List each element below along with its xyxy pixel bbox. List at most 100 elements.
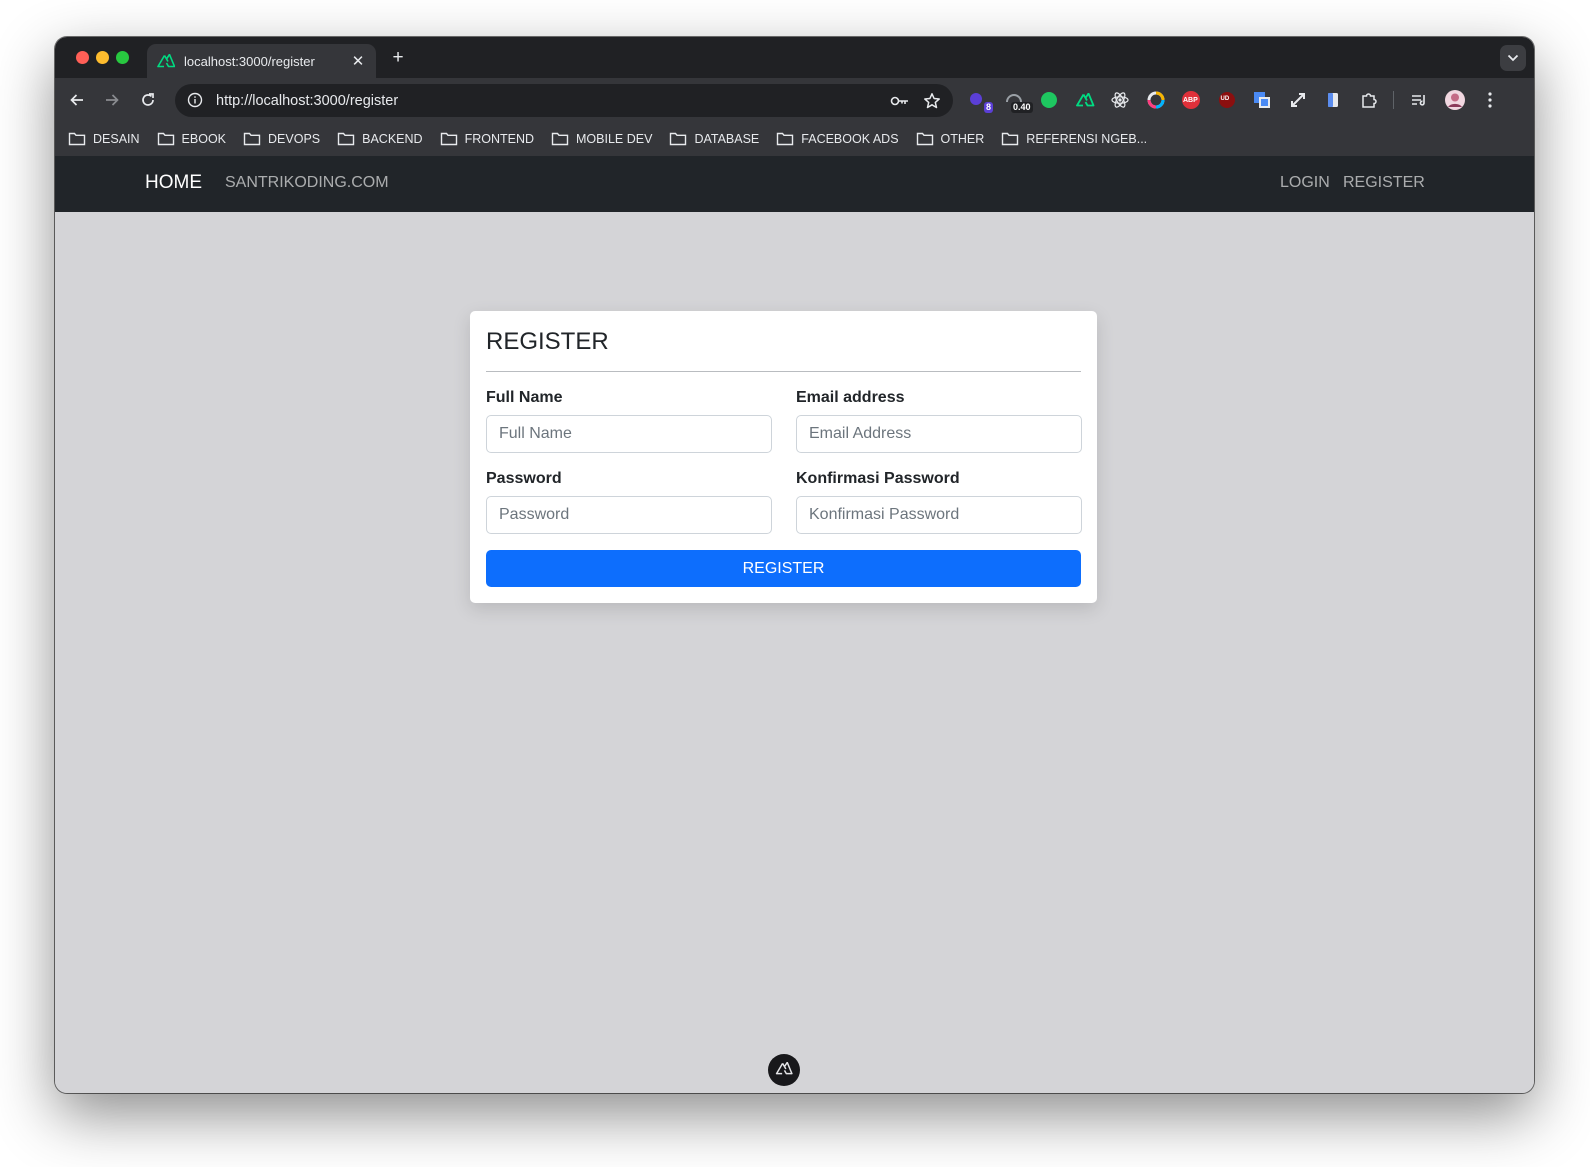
bookmark-folder[interactable]: DATABASE xyxy=(669,132,759,146)
nuxt-icon[interactable] xyxy=(1074,89,1096,111)
toolbar-separator xyxy=(1393,91,1394,109)
ublock-label: UD xyxy=(1220,96,1230,102)
folder-icon xyxy=(1001,132,1019,146)
bookmark-folder[interactable]: OTHER xyxy=(916,132,985,146)
confirm-password-group: Konfirmasi Password xyxy=(796,468,1082,534)
bookmark-folder[interactable]: DEVOPS xyxy=(243,132,320,146)
color-ring-icon[interactable] xyxy=(1145,89,1167,111)
maximize-window-button[interactable] xyxy=(116,51,129,64)
tab-search-button[interactable] xyxy=(1500,45,1526,71)
reading-list-icon[interactable] xyxy=(1408,89,1430,111)
password-input[interactable] xyxy=(486,496,772,534)
expand-icon[interactable] xyxy=(1287,89,1309,111)
nav-register-link[interactable]: REGISTER xyxy=(1343,174,1425,192)
bookmark-star-icon[interactable] xyxy=(921,90,943,112)
folder-icon xyxy=(440,132,458,146)
bookmark-folder[interactable]: EBOOK xyxy=(157,132,226,146)
bookmark-folder[interactable]: DESAIN xyxy=(68,132,140,146)
full-name-input[interactable] xyxy=(486,415,772,453)
extensions-icon[interactable] xyxy=(1358,89,1380,111)
password-key-icon[interactable] xyxy=(889,90,911,112)
extension-badge: 0.40 xyxy=(1010,102,1033,113)
back-button[interactable] xyxy=(64,88,90,112)
nuxt-devtools-button[interactable] xyxy=(768,1054,800,1086)
close-window-button[interactable] xyxy=(76,51,89,64)
bookmark-label: DESAIN xyxy=(93,132,140,146)
card-divider xyxy=(486,371,1081,372)
nav-home-link[interactable]: HOME xyxy=(145,172,202,194)
bookmark-label: EBOOK xyxy=(181,132,227,146)
nuxt-devtools-icon xyxy=(775,1062,793,1075)
react-icon[interactable] xyxy=(1109,89,1131,111)
bookmark-folder[interactable]: REFERENSI NGEB... xyxy=(1001,132,1147,146)
adblock-icon[interactable]: ABP xyxy=(1180,89,1202,111)
translate-icon[interactable] xyxy=(1251,89,1273,111)
bookmark-label: FACEBOOK ADS xyxy=(801,132,899,146)
confirm-password-label: Konfirmasi Password xyxy=(796,470,960,487)
bookmark-label: OTHER xyxy=(940,132,985,146)
chevron-down-icon xyxy=(1507,54,1519,62)
extension-toolbar: 8 0.40 ABP UD xyxy=(967,87,1515,113)
site-info-icon[interactable] xyxy=(187,92,205,110)
bookmark-folder[interactable]: FACEBOOK ADS xyxy=(776,132,899,146)
full-name-label: Full Name xyxy=(486,389,563,406)
address-bar[interactable]: http://localhost:3000/register xyxy=(175,84,953,117)
folder-icon xyxy=(68,132,86,146)
forward-button[interactable] xyxy=(99,88,125,112)
arrow-right-icon xyxy=(106,94,119,106)
adblock-label: ABP xyxy=(1183,97,1198,104)
address-url[interactable]: http://localhost:3000/register xyxy=(216,93,879,109)
arrow-left-icon xyxy=(70,94,83,106)
nav-login-link[interactable]: LOGIN xyxy=(1280,174,1330,192)
full-name-group: Full Name xyxy=(486,387,772,453)
bookmark-label: FRONTEND xyxy=(464,132,535,146)
browser-toolbar: http://localhost:3000/register 8 0.40 AB… xyxy=(55,78,1534,122)
speed-meter-icon[interactable]: 0.40 xyxy=(1003,89,1033,113)
bookmark-label: MOBILE DEV xyxy=(576,132,653,146)
site-navbar: HOME SANTRIKODING.COM LOGIN REGISTER xyxy=(55,156,1534,212)
folder-icon xyxy=(157,132,175,146)
nuxt-favicon-icon xyxy=(157,54,175,68)
bookmarks-bar: DESAIN EBOOK DEVOPS BACKEND FRONTEND MOB… xyxy=(55,122,1534,156)
clipboard-icon[interactable] xyxy=(1322,89,1344,111)
new-tab-button[interactable]: + xyxy=(385,45,411,71)
email-label: Email address xyxy=(796,389,905,406)
folder-icon xyxy=(916,132,934,146)
extension-badge: 8 xyxy=(983,102,993,113)
reload-button[interactable] xyxy=(135,88,161,112)
close-tab-icon[interactable]: ✕ xyxy=(350,52,366,70)
confirm-password-input[interactable] xyxy=(796,496,1082,534)
bookmark-label: DATABASE xyxy=(694,132,760,146)
folder-icon xyxy=(776,132,794,146)
register-card: REGISTER Full Name Email address Passwor… xyxy=(470,311,1097,603)
bookmark-folder[interactable]: FRONTEND xyxy=(440,132,534,146)
bookmark-folder[interactable]: MOBILE DEV xyxy=(551,132,652,146)
folder-icon xyxy=(243,132,261,146)
email-input[interactable] xyxy=(796,415,1082,453)
folder-icon xyxy=(551,132,569,146)
register-submit-button[interactable]: REGISTER xyxy=(486,550,1081,587)
password-group: Password xyxy=(486,468,772,534)
bookmark-folder[interactable]: BACKEND xyxy=(337,132,423,146)
bookmark-label: DEVOPS xyxy=(268,132,321,146)
reload-icon xyxy=(142,93,154,106)
profile-avatar[interactable] xyxy=(1444,89,1466,111)
folder-icon xyxy=(669,132,687,146)
browser-tab-active[interactable]: localhost:3000/register ✕ xyxy=(147,44,376,78)
web-page: HOME SANTRIKODING.COM LOGIN REGISTER REG… xyxy=(55,156,1534,1093)
card-title: REGISTER xyxy=(486,328,609,355)
password-label: Password xyxy=(486,470,562,487)
browser-menu-icon[interactable] xyxy=(1479,89,1501,111)
minimize-window-button[interactable] xyxy=(96,51,109,64)
tab-title: localhost:3000/register xyxy=(184,53,315,69)
nav-santrikoding-link[interactable]: SANTRIKODING.COM xyxy=(225,174,389,192)
bookmark-label: REFERENSI NGEB... xyxy=(1026,132,1148,146)
browser-window: localhost:3000/register ✕ + http://local… xyxy=(55,37,1534,1093)
puzzle-purple-icon[interactable]: 8 xyxy=(967,89,993,113)
tab-strip: localhost:3000/register ✕ + xyxy=(55,37,1534,78)
bookmark-label: BACKEND xyxy=(362,132,423,146)
email-group: Email address xyxy=(796,387,1082,453)
folder-icon xyxy=(337,132,355,146)
green-dot-icon[interactable] xyxy=(1038,89,1060,111)
ublock-icon[interactable]: UD xyxy=(1216,89,1238,111)
